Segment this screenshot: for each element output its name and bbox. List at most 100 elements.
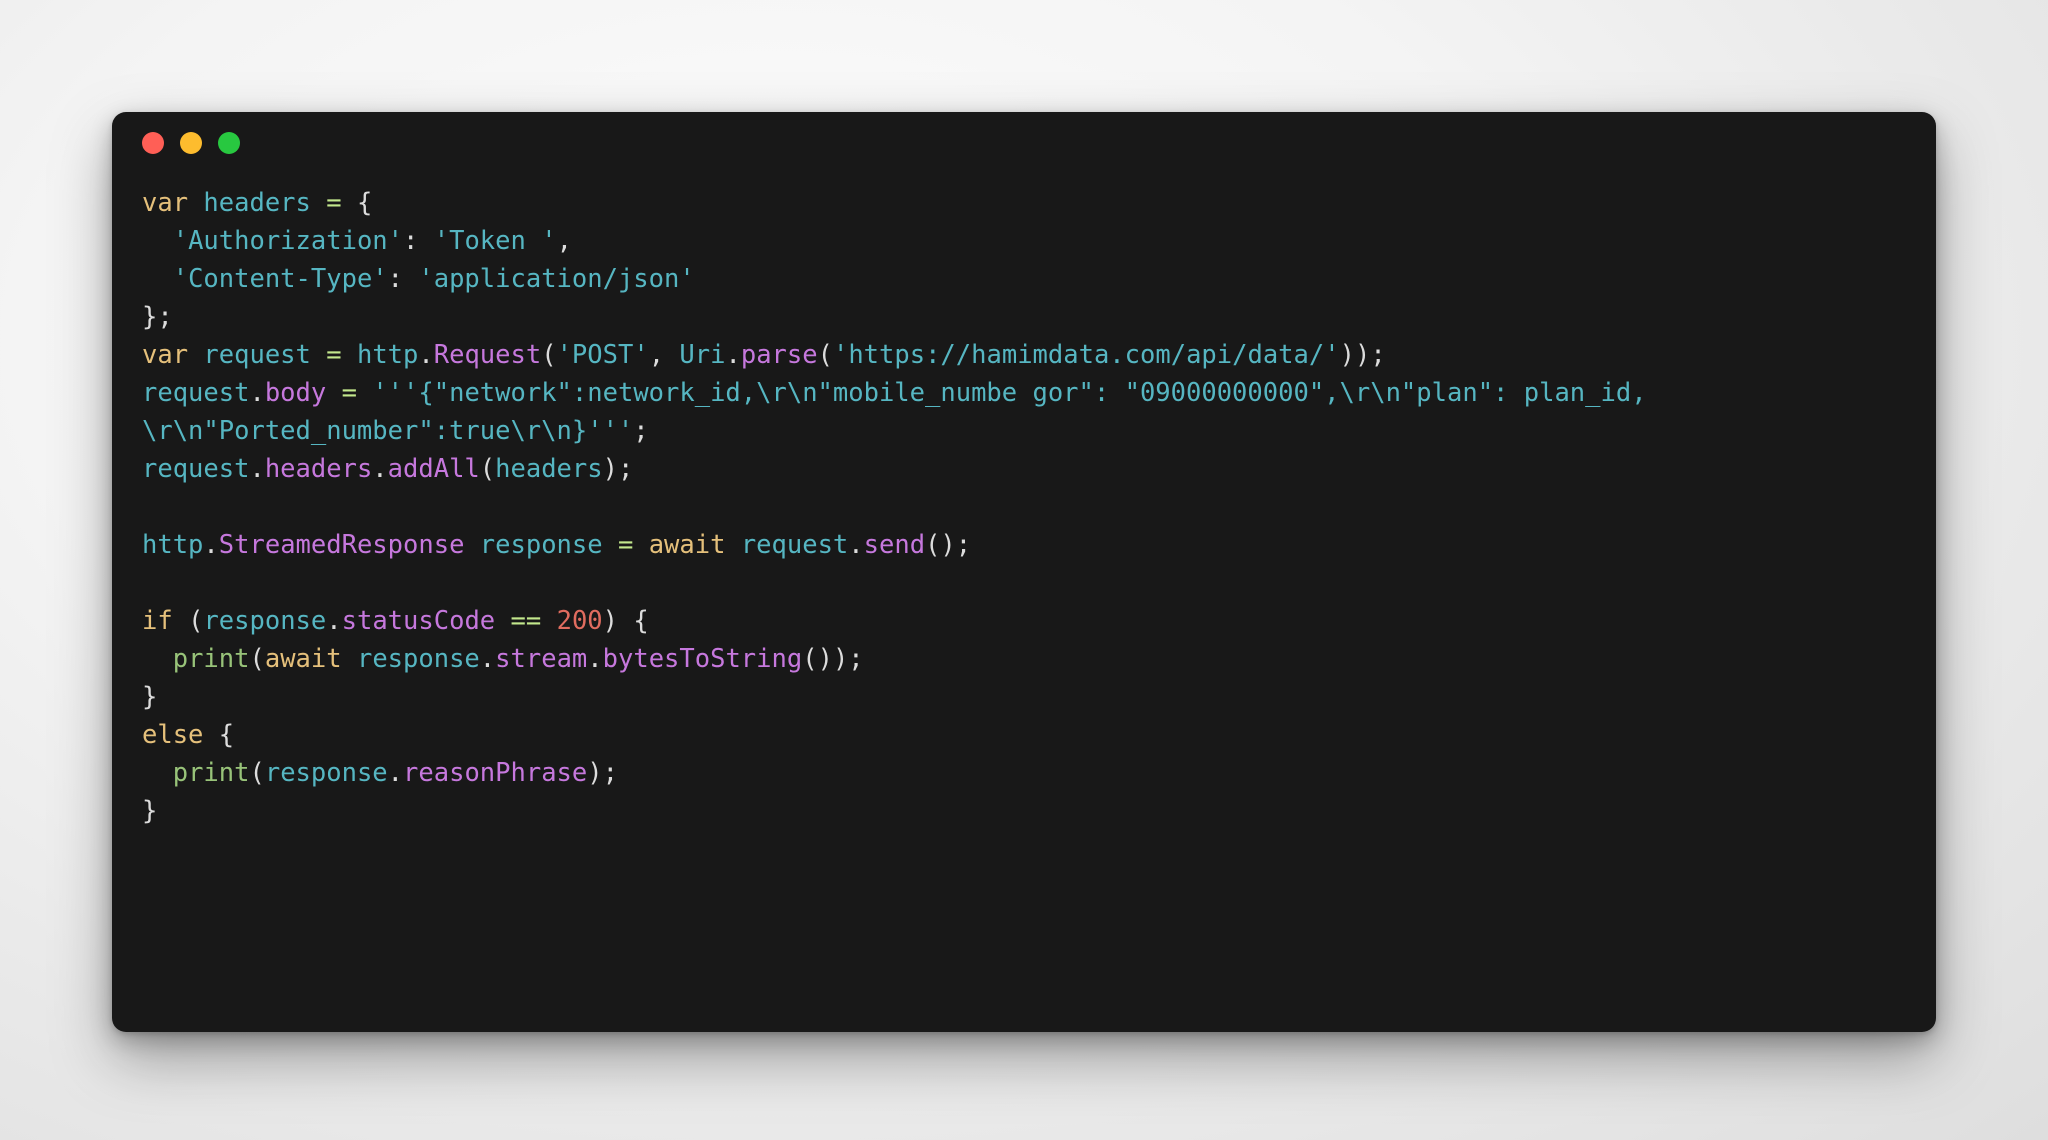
code-token: ==	[510, 606, 542, 636]
code-token: var	[142, 188, 189, 218]
code-token: .	[249, 378, 265, 408]
code-token: (	[249, 758, 265, 788]
code-token: response	[479, 530, 603, 560]
code-line: }	[142, 678, 1936, 716]
code-line: var request = http.Request('POST', Uri.p…	[142, 336, 1936, 374]
code-block: var headers = { 'Authorization': 'Token …	[112, 174, 1936, 830]
code-token: statusCode	[341, 606, 496, 636]
window-controls	[142, 132, 240, 154]
code-token: (	[541, 340, 557, 370]
code-token: if	[142, 606, 173, 636]
code-token: .	[587, 644, 603, 674]
code-token: else	[142, 720, 204, 750]
code-token: await	[264, 644, 342, 674]
code-token: http	[142, 530, 204, 560]
code-token: }	[142, 796, 158, 826]
code-token: headers	[495, 454, 603, 484]
code-token: ();	[925, 530, 972, 560]
code-token: ));	[1339, 340, 1386, 370]
code-token: 'application/json'	[418, 264, 695, 294]
code-token: addAll	[387, 454, 480, 484]
code-token: Uri	[679, 340, 726, 370]
code-token: :	[403, 226, 434, 256]
code-line: if (response.statusCode == 200) {	[142, 602, 1936, 640]
code-token: ) {	[602, 606, 649, 636]
code-token: '''{"network":network_id,\r\n"mobile_num…	[372, 378, 1647, 408]
code-token: };	[142, 302, 173, 332]
code-token: send	[863, 530, 926, 560]
code-token: {	[203, 720, 235, 750]
code-token: request	[142, 454, 250, 484]
code-token: :	[387, 264, 419, 294]
code-line: };	[142, 298, 1936, 336]
code-line: request.body = '''{"network":network_id,…	[142, 374, 1936, 412]
code-token: 'Authorization'	[172, 226, 404, 256]
code-token: reasonPhrase	[403, 758, 588, 788]
code-token: (	[172, 606, 204, 636]
code-token: .	[725, 340, 741, 370]
code-token: =	[326, 340, 342, 370]
code-line: request.headers.addAll(headers);	[142, 450, 1936, 488]
code-token: ;	[633, 416, 649, 446]
code-token: =	[326, 188, 342, 218]
code-token: .	[387, 758, 404, 788]
code-token: var	[142, 340, 189, 370]
code-token: request	[142, 378, 250, 408]
code-token: .	[372, 454, 388, 484]
code-token: );	[602, 454, 634, 484]
code-token: Request	[433, 340, 542, 370]
code-token: request	[203, 340, 311, 370]
code-token: =	[617, 530, 634, 560]
code-token: stream	[495, 644, 588, 674]
code-token: print	[172, 644, 250, 674]
code-line: print(await response.stream.bytesToStrin…	[142, 640, 1936, 678]
code-token: headers	[203, 188, 311, 218]
code-token: .	[848, 530, 864, 560]
code-token: parse	[740, 340, 818, 370]
code-line: var headers = {	[142, 184, 1936, 222]
code-token: 'POST'	[556, 340, 649, 370]
code-token: .	[249, 454, 265, 484]
code-token: =	[341, 378, 357, 408]
window-titlebar	[112, 112, 1936, 174]
code-token: ());	[802, 644, 864, 674]
code-token: {	[356, 188, 373, 218]
code-token: print	[172, 758, 250, 788]
code-line: http.StreamedResponse response = await r…	[142, 526, 1936, 564]
maximize-button-icon[interactable]	[218, 132, 240, 154]
code-token: 'Token '	[433, 226, 557, 256]
code-window: var headers = { 'Authorization': 'Token …	[112, 112, 1936, 1032]
close-button-icon[interactable]	[142, 132, 164, 154]
code-token: await	[648, 530, 726, 560]
code-token: (	[479, 454, 496, 484]
code-line: else {	[142, 716, 1936, 754]
code-line: \r\n"Ported_number":true\r\n}''';	[142, 412, 1936, 450]
code-token: StreamedResponse	[218, 530, 465, 560]
code-token: (	[249, 644, 265, 674]
code-token: 'https://hamimdata.com/api/data/'	[832, 340, 1340, 370]
code-token: \r\n"Ported_number":true\r\n}'''	[142, 416, 634, 446]
code-token: .	[326, 606, 342, 636]
minimize-button-icon[interactable]	[180, 132, 202, 154]
code-token: );	[587, 758, 618, 788]
code-token: .	[418, 340, 434, 370]
code-token: bytesToString	[602, 644, 803, 674]
code-token: response	[356, 644, 480, 674]
